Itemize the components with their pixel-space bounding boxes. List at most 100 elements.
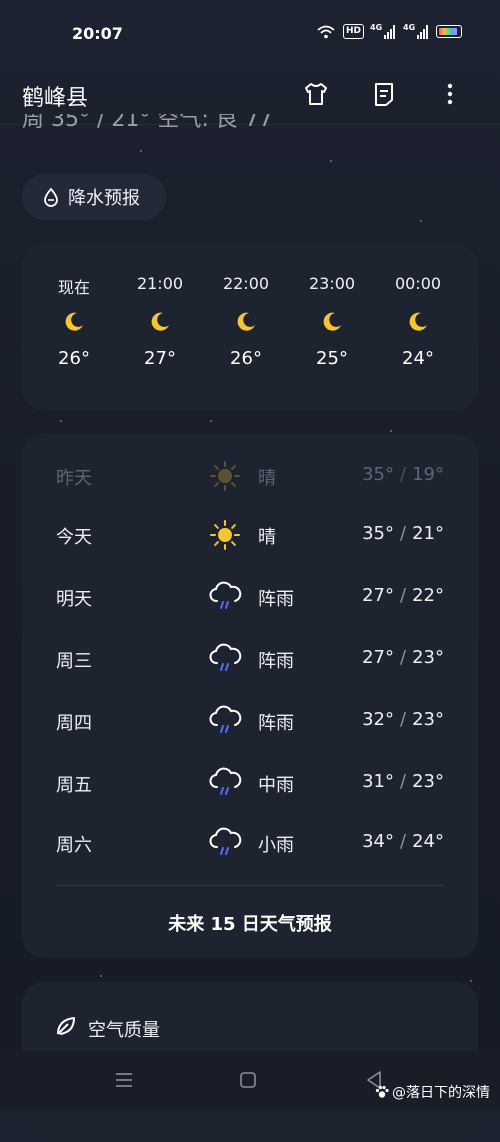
daily-temps: 31°/23° — [362, 771, 444, 792]
daily-row[interactable]: 明天 阵雨 27°/22° — [22, 577, 478, 617]
daily-day: 昨天 — [56, 468, 92, 489]
daily-condition: 小雨 — [258, 835, 294, 856]
rain-cloud-icon — [208, 581, 242, 613]
hourly-time: 21:00 — [136, 274, 184, 293]
hourly-temp: 26° — [230, 348, 262, 369]
daily-low: 21° — [412, 523, 444, 544]
hourly-item: 21:00 27° — [120, 274, 200, 369]
hourly-temp: 27° — [144, 348, 176, 369]
temp-separator: / — [400, 647, 407, 668]
network-label: 4G — [403, 22, 416, 32]
menu-icon[interactable] — [112, 1068, 136, 1092]
city-title[interactable]: 鹤峰县 — [22, 80, 88, 112]
moon-icon — [62, 310, 86, 334]
leaf-icon — [57, 1017, 75, 1035]
watermark: @落日下的深情 — [374, 1082, 490, 1102]
daily-condition: 晴 — [258, 468, 276, 489]
sun-icon — [208, 460, 242, 492]
daily-row[interactable]: 周五 中雨 31°/23° — [22, 763, 478, 803]
daily-temps: 27°/22° — [362, 585, 444, 606]
hourly-temp: 24° — [402, 348, 434, 369]
hourly-time: 22:00 — [222, 274, 270, 293]
hourly-time: 23:00 — [308, 274, 356, 293]
daily-temps: 35°/21° — [362, 523, 444, 544]
signal-icon: 4G — [403, 23, 428, 39]
daily-condition: 晴 — [258, 527, 276, 548]
daily-condition: 阵雨 — [258, 651, 294, 672]
divider — [56, 885, 444, 886]
temp-separator: / — [400, 523, 407, 544]
daily-temps: 32°/23° — [362, 709, 444, 730]
daily-temps: 34°/24° — [362, 831, 444, 852]
daily-high: 35° — [362, 523, 395, 544]
hourly-temp: 25° — [316, 348, 348, 369]
hourly-time: 现在 — [57, 278, 90, 297]
daily-low: 23° — [412, 647, 444, 668]
paw-icon — [375, 1085, 389, 1098]
air-quality-title: 空气质量 — [88, 1020, 160, 1041]
battery-icon — [436, 25, 462, 38]
home-icon[interactable] — [236, 1068, 260, 1092]
temp-separator: / — [400, 464, 407, 485]
sun-icon — [208, 519, 242, 551]
moon-icon — [234, 310, 258, 334]
moon-icon — [148, 310, 172, 334]
daily-high: 34° — [362, 831, 395, 852]
network-label: 4G — [370, 22, 383, 32]
status-bar: 20:07 HD 4G 4G — [0, 0, 500, 64]
tshirt-icon[interactable] — [302, 80, 330, 108]
temp-separator: / — [400, 831, 407, 852]
signal-icon: 4G — [370, 23, 395, 39]
moon-icon — [320, 310, 344, 334]
hourly-forecast-card[interactable]: 现在 26° 21:00 27° 22:00 26° 23:00 25° 00:00 24° — [22, 244, 478, 410]
clipped-summary: 周 35° / 21° 空气: 良 77 — [22, 114, 273, 128]
daily-temps: 27°/23° — [362, 647, 444, 668]
fifteen-day-forecast-link[interactable]: 未来 15 日天气预报 — [22, 910, 478, 936]
daily-condition: 阵雨 — [258, 589, 294, 610]
rain-cloud-icon — [208, 767, 242, 799]
hourly-item: 00:00 24° — [378, 274, 458, 369]
daily-day: 周三 — [56, 651, 92, 672]
daily-day: 周五 — [56, 775, 92, 796]
rain-cloud-icon — [208, 827, 242, 859]
daily-high: 31° — [362, 771, 395, 792]
rain-cloud-icon — [208, 643, 242, 675]
daily-day: 周四 — [56, 713, 92, 734]
daily-low: 19° — [412, 464, 444, 485]
daily-low: 24° — [412, 831, 444, 852]
watermark-text: @落日下的深情 — [392, 1085, 490, 1101]
daily-row[interactable]: 周四 阵雨 32°/23° — [22, 701, 478, 741]
daily-low: 23° — [412, 709, 444, 730]
wifi-icon — [317, 25, 335, 38]
drop-icon — [44, 187, 58, 207]
daily-condition: 阵雨 — [258, 713, 294, 734]
hourly-item: 现在 26° — [34, 274, 114, 369]
daily-row[interactable]: 周三 阵雨 27°/23° — [22, 639, 478, 679]
temp-separator: / — [400, 709, 407, 730]
more-vert-icon[interactable] — [436, 80, 464, 108]
rain-cloud-icon — [208, 705, 242, 737]
hourly-temp: 26° — [58, 348, 90, 369]
status-icons: HD 4G 4G — [317, 23, 462, 39]
daily-row[interactable]: 今天 晴 35°/21° — [22, 515, 478, 555]
daily-row[interactable]: 周六 小雨 34°/24° — [22, 823, 478, 863]
hourly-time: 00:00 — [394, 274, 442, 293]
precipitation-forecast-button[interactable]: 降水预报 — [22, 174, 166, 220]
hourly-item: 22:00 26° — [206, 274, 286, 369]
daily-high: 32° — [362, 709, 395, 730]
daily-day: 周六 — [56, 835, 92, 856]
temp-separator: / — [400, 771, 407, 792]
page-icon[interactable] — [370, 80, 398, 108]
daily-condition: 中雨 — [258, 775, 294, 796]
daily-low: 22° — [412, 585, 444, 606]
daily-low: 23° — [412, 771, 444, 792]
daily-high: 27° — [362, 585, 395, 606]
daily-high: 27° — [362, 647, 395, 668]
daily-day: 今天 — [56, 527, 92, 548]
daily-high: 35° — [362, 464, 395, 485]
temp-separator: / — [400, 585, 407, 606]
hourly-item: 23:00 25° — [292, 274, 372, 369]
daily-temps: 35°/19° — [362, 464, 444, 485]
daily-row[interactable]: 昨天 晴 35°/19° — [22, 456, 478, 496]
status-time: 20:07 — [72, 24, 123, 43]
